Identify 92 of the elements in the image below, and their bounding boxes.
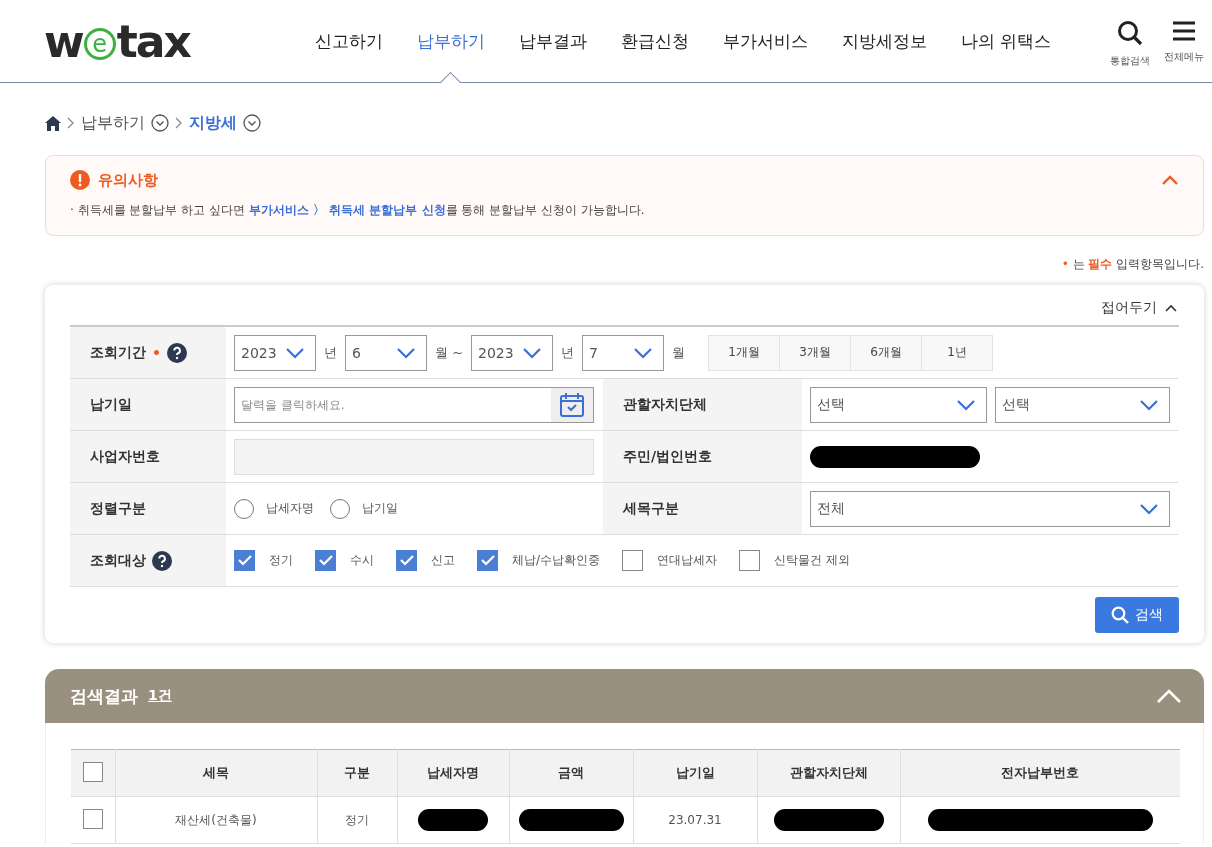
notice-title: 유의사항: [98, 170, 158, 190]
chevron-down-icon: [1139, 398, 1159, 411]
unit-label: 년: [561, 343, 575, 362]
home-icon[interactable]: [45, 115, 61, 131]
business-number-field[interactable]: [234, 438, 594, 475]
checkbox[interactable]: [82, 761, 103, 782]
chevron-right-icon: [175, 117, 183, 129]
chevron-up-icon[interactable]: [1165, 304, 1177, 312]
column-header: 관할자치단체: [757, 749, 900, 797]
check-icon: [480, 555, 495, 566]
results-count: 1건: [148, 687, 172, 705]
unit-label: 월: [672, 343, 686, 362]
nav-tab[interactable]: 지방세정보: [824, 0, 944, 82]
chevron-down-icon: [285, 346, 305, 359]
chevron-down-icon: [633, 346, 654, 359]
column-header: 금액: [509, 749, 633, 797]
nav-tab[interactable]: 환급신청: [603, 0, 706, 82]
nav-tab[interactable]: 신고하기: [297, 0, 400, 82]
search-button[interactable]: 통합검색: [1110, 20, 1150, 68]
field-label: 관할자치단체: [623, 395, 707, 414]
select-field[interactable]: 선택: [810, 386, 987, 423]
target-option[interactable]: 수시: [315, 550, 374, 571]
target-option[interactable]: 연대납세자: [622, 550, 718, 571]
warning-icon: [70, 170, 90, 190]
select-field[interactable]: 2023: [234, 334, 316, 371]
field-label: 조회대상: [90, 551, 146, 570]
required-note: • 는 필수 입력항목입니다.: [1061, 257, 1204, 271]
period-button[interactable]: 3개월: [779, 334, 852, 371]
target-option[interactable]: 신고: [396, 550, 455, 571]
chevron-down-icon[interactable]: [243, 114, 261, 132]
column-header: 세목: [115, 749, 317, 797]
target-option[interactable]: 정기: [234, 550, 293, 571]
checkbox[interactable]: [622, 550, 644, 571]
nav-tab[interactable]: 나의 위택스: [943, 0, 1069, 82]
field-label: 사업자번호: [90, 447, 160, 466]
chevron-down-icon: [1139, 502, 1159, 515]
period-button[interactable]: 1개월: [708, 334, 781, 371]
chevron-down-icon: [522, 346, 543, 359]
column-header: 전자납부번호: [900, 749, 1180, 797]
check-icon: [237, 555, 252, 566]
help-icon[interactable]: [166, 342, 187, 363]
nav-tab[interactable]: 부가서비스: [705, 0, 825, 82]
wetax-logo[interactable]: w e tax: [44, 15, 190, 67]
checkbox[interactable]: [234, 550, 255, 571]
select-field[interactable]: 선택: [995, 386, 1170, 423]
notice-text: · 취득세를 분할납부 하고 싶다면 부가서비스 〉 취득세 분할납부 신청를 통해 분할납부 신청이 가능합니다.: [70, 202, 646, 219]
period-button[interactable]: 6개월: [850, 334, 923, 371]
field-label: 납기일: [90, 395, 132, 414]
checkbox[interactable]: [739, 550, 761, 571]
menu-button[interactable]: 전체메뉴: [1164, 20, 1204, 68]
help-icon[interactable]: [152, 550, 172, 571]
field-label: 세목구분: [623, 499, 679, 518]
unit-label: 년: [324, 343, 337, 362]
column-header: 납기일: [633, 749, 757, 797]
chevron-down-icon: [956, 398, 976, 411]
table-cell: 23.07.31: [633, 796, 757, 844]
column-header: 납세자명: [397, 749, 509, 797]
unit-label: 월 ~: [435, 343, 464, 362]
breadcrumb-link[interactable]: 지방세: [189, 112, 237, 134]
required-mark: •: [152, 344, 161, 361]
field-label: 주민/법인번호: [623, 447, 713, 466]
search-button[interactable]: 검색: [1095, 597, 1179, 633]
nav-tab[interactable]: 납부결과: [501, 0, 604, 82]
sort-radio[interactable]: 납기일: [330, 498, 398, 519]
search-icon: [1117, 20, 1143, 46]
select-field[interactable]: 전체: [810, 490, 1170, 527]
period-button[interactable]: 1년: [921, 334, 994, 371]
checkbox[interactable]: [477, 550, 498, 571]
table-cell: 정기: [317, 796, 397, 844]
select-field[interactable]: 2023: [471, 334, 554, 371]
column-header: 구분: [317, 749, 397, 797]
sort-radio[interactable]: 납세자명: [234, 498, 314, 519]
check-icon: [399, 555, 414, 566]
menu-icon: [1172, 20, 1196, 42]
check-icon: [318, 555, 333, 566]
checkbox[interactable]: [396, 550, 417, 571]
chevron-down-icon[interactable]: [151, 114, 169, 132]
table-cell: 재산세(건축물): [115, 796, 317, 844]
field-label: 정렬구분: [90, 499, 146, 518]
breadcrumb-link[interactable]: 납부하기: [81, 112, 145, 134]
select-field[interactable]: 7: [582, 334, 665, 371]
collapse-link[interactable]: 접어두기: [1101, 299, 1157, 317]
results-title: 검색결과: [70, 684, 138, 708]
search-icon: [1111, 606, 1129, 624]
checkbox[interactable]: [82, 808, 103, 829]
chevron-right-icon: [67, 117, 75, 129]
target-option[interactable]: 체납/수납확인중: [477, 550, 601, 571]
select-field[interactable]: 6: [345, 334, 427, 371]
field-label: 조회기간: [90, 343, 146, 362]
target-option[interactable]: 신탁물건 제외: [739, 550, 850, 571]
checkbox[interactable]: [315, 550, 336, 571]
chevron-down-icon: [396, 346, 416, 359]
